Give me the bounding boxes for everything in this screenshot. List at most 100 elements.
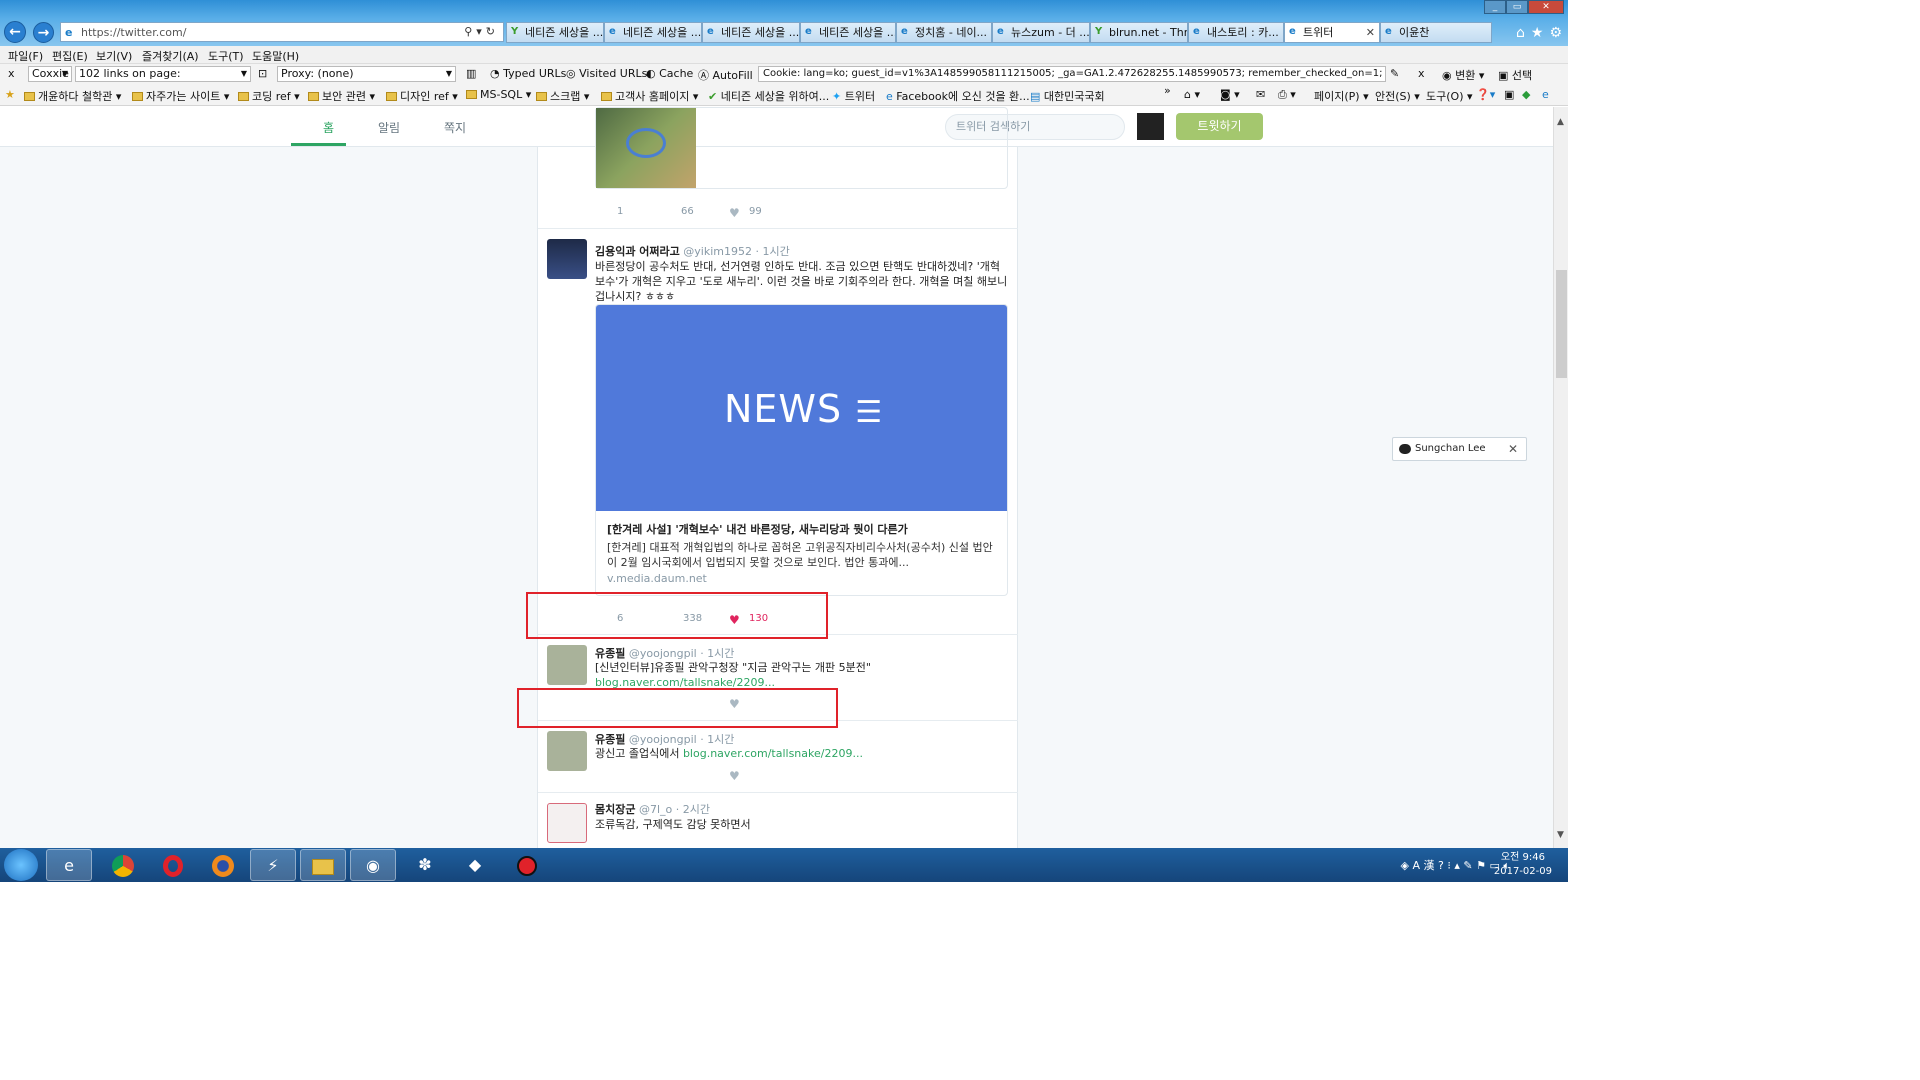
taskbar-opera-icon[interactable] bbox=[150, 849, 196, 881]
avatar[interactable] bbox=[1137, 113, 1164, 140]
settings-gear-icon[interactable]: ⚙ bbox=[1549, 25, 1562, 41]
avatar[interactable] bbox=[547, 239, 587, 279]
taskbar-firefox-icon[interactable] bbox=[200, 849, 246, 881]
favorites-star-icon[interactable]: ★ bbox=[5, 88, 15, 101]
menu-tools[interactable]: 도구(T) bbox=[208, 48, 244, 64]
visited-urls-button[interactable]: ◎ Visited URLs bbox=[566, 67, 647, 80]
menu-file[interactable]: 파일(F) bbox=[8, 48, 43, 64]
cookie-text-field[interactable]: Cookie: lang=ko; guest_id=v1%3A148599058… bbox=[758, 66, 1386, 82]
menu-favorites[interactable]: 즐겨찾기(A) bbox=[142, 48, 199, 64]
browser-tab[interactable]: e 내스토리 : 카... bbox=[1188, 22, 1284, 43]
taskbar-app2-icon[interactable]: ◉ bbox=[350, 849, 396, 881]
tweet-item[interactable]: 김용익과 어쩌라고 @yikim1952 · 1시간 바른정당이 공수처도 반대… bbox=[538, 229, 1018, 635]
tab-close-icon[interactable]: ✕ bbox=[1366, 23, 1375, 42]
tweet-item[interactable]: 1 66 ♥ 99 bbox=[538, 107, 1018, 229]
tweet-item[interactable]: 유종필 @yoojongpil · 1시간 광신고 졸업식에서 blog.nav… bbox=[538, 721, 1018, 793]
fav-link[interactable]: ▤ 대한민국국회 bbox=[1030, 88, 1105, 104]
menu-help[interactable]: 도움말(H) bbox=[252, 48, 299, 64]
dm-close-icon[interactable]: ✕ bbox=[1508, 438, 1518, 460]
shield-icon[interactable]: ◈ bbox=[1401, 859, 1409, 872]
fav-folder[interactable]: 스크랩 ▾ bbox=[536, 88, 589, 104]
page-scrollbar[interactable]: ▲ ▼ bbox=[1553, 107, 1568, 848]
menu-view[interactable]: 보기(V) bbox=[96, 48, 132, 64]
home-icon[interactable]: ⌂ ▾ bbox=[1184, 88, 1200, 101]
edit-icon[interactable]: ✎ bbox=[1390, 67, 1399, 80]
cookie-combo[interactable]: Coxxie ▼ bbox=[28, 66, 72, 82]
ie-icon[interactable]: e bbox=[1542, 88, 1549, 101]
print-icon[interactable]: ⎙ ▾ bbox=[1278, 88, 1296, 102]
typed-urls-button[interactable]: ◔ Typed URLs bbox=[490, 67, 566, 80]
fav-folder[interactable]: 개윤하다 철학관 ▾ bbox=[24, 88, 121, 104]
browser-tab-active[interactable]: e 트위터 ✕ bbox=[1284, 22, 1380, 43]
fav-folder[interactable]: 디자인 ref ▾ bbox=[386, 88, 458, 104]
browser-tab[interactable]: e 이윤찬 bbox=[1380, 22, 1492, 43]
minimize-icon[interactable]: _ bbox=[1484, 0, 1506, 14]
tweet-time[interactable]: · 1시간 bbox=[756, 245, 790, 258]
browser-tab[interactable]: Yblrun.net - Thr... bbox=[1090, 22, 1188, 43]
like-count[interactable]: 99 bbox=[749, 206, 762, 217]
forward-button[interactable]: → bbox=[33, 22, 54, 43]
scrollbar-thumb[interactable] bbox=[1556, 270, 1567, 378]
fav-folder[interactable]: 코딩 ref ▾ bbox=[238, 88, 300, 104]
tweet-time[interactable]: · 2시간 bbox=[676, 803, 710, 816]
toolbar-close-icon-2[interactable]: x bbox=[1418, 67, 1425, 80]
taskbar-folder-icon[interactable] bbox=[300, 849, 346, 881]
user-handle[interactable]: @yoojongpil bbox=[629, 647, 697, 660]
green-diamond-icon[interactable]: ◆ bbox=[1522, 88, 1530, 101]
avatar[interactable] bbox=[547, 645, 587, 685]
user-name[interactable]: 유종필 bbox=[595, 733, 625, 746]
home-icon[interactable]: ⌂ bbox=[1516, 25, 1525, 41]
link-card[interactable]: NEWS ☰ [한겨레 사설] '개혁보수' 내건 바른정당, 새누리당과 뭣이… bbox=[595, 304, 1008, 596]
tweet-link[interactable]: blog.naver.com/tallsnake/2209... bbox=[683, 747, 863, 760]
book-icon[interactable]: ▥ bbox=[466, 67, 476, 80]
proxy-combo[interactable]: Proxy: (none) ▼ bbox=[277, 66, 456, 82]
address-controls[interactable]: ⚲▾↻ bbox=[464, 25, 499, 38]
convert-button[interactable]: ◉ 변환 ▾ bbox=[1442, 67, 1484, 83]
fav-folder[interactable]: MS-SQL ▾ bbox=[466, 88, 531, 101]
tab-notifications[interactable]: 알림 bbox=[378, 119, 400, 136]
browser-tab[interactable]: Y 네티즌 세상을 ... bbox=[506, 22, 604, 43]
fav-folder[interactable]: 고객사 홈페이지 ▾ bbox=[601, 88, 698, 104]
start-button[interactable] bbox=[4, 849, 38, 881]
back-button[interactable]: ← bbox=[4, 21, 26, 43]
taskbar-app3-icon[interactable]: ✽ bbox=[402, 849, 448, 881]
toolbar-close-icon[interactable]: x bbox=[8, 67, 15, 80]
user-handle[interactable]: @yoojongpil bbox=[629, 733, 697, 746]
address-bar[interactable]: e https://twitter.com/ ⚲▾↻ bbox=[60, 22, 504, 42]
user-name[interactable]: 유종필 bbox=[595, 647, 625, 660]
links-combo[interactable]: 102 links on page: ▼ bbox=[75, 66, 251, 82]
reply-count[interactable]: 1 bbox=[617, 206, 623, 217]
page-menu[interactable]: 페이지(P) ▾ bbox=[1314, 88, 1369, 104]
browser-tab[interactable]: e 네티즌 세상을 ... bbox=[800, 22, 896, 43]
favorites-star-icon[interactable]: ★ bbox=[1531, 25, 1544, 41]
tweet-item[interactable]: 몸치장군 @7l_o · 2시간 조류독감, 구제역도 감당 못하면서 bbox=[538, 793, 1018, 848]
avatar[interactable] bbox=[547, 803, 587, 843]
fav-link[interactable]: e Facebook에 오신 것을 환... bbox=[886, 88, 1030, 104]
safety-menu[interactable]: 안전(S) ▾ bbox=[1375, 88, 1420, 104]
taskbar-app-icon[interactable]: ⚡ bbox=[250, 849, 296, 881]
browser-tab[interactable]: e 네티즌 세상을 ... bbox=[702, 22, 800, 43]
fav-folder[interactable]: 자주가는 사이트 ▾ bbox=[132, 88, 229, 104]
tweet-time[interactable]: · 1시간 bbox=[700, 733, 734, 746]
taskbar-app4-icon[interactable]: ◆ bbox=[452, 849, 498, 881]
fav-link[interactable]: ✔ 네티즌 세상을 위하여... bbox=[708, 88, 829, 104]
proxy-icon[interactable]: ⊡ bbox=[258, 67, 267, 80]
fav-folder[interactable]: 보안 관련 ▾ bbox=[308, 88, 375, 104]
browser-tab[interactable]: e 정치홈 - 네이... bbox=[896, 22, 992, 43]
tweet-time[interactable]: · 1시간 bbox=[700, 647, 734, 660]
like-heart-icon[interactable]: ♥ bbox=[729, 206, 740, 220]
overflow-chevron-icon[interactable]: » bbox=[1164, 84, 1171, 97]
fav-link[interactable]: ✦ 트위터 bbox=[832, 88, 875, 104]
mail-icon[interactable]: ✉ bbox=[1256, 88, 1265, 101]
rss-icon[interactable]: ◙ ▾ bbox=[1220, 88, 1240, 101]
tab-home[interactable]: 홈 bbox=[323, 119, 334, 136]
like-heart-icon[interactable]: ♥ bbox=[729, 769, 740, 783]
help-icon[interactable]: ? bbox=[1438, 859, 1444, 872]
help-icon[interactable]: ❓▾ bbox=[1476, 88, 1495, 101]
clock[interactable]: 오전 9:46 2017-02-09 bbox=[1494, 851, 1552, 879]
user-name[interactable]: 몸치장군 bbox=[595, 803, 635, 816]
browser-tab[interactable]: e 뉴스zum - 더 ... bbox=[992, 22, 1090, 43]
cache-button[interactable]: ◐ Cache bbox=[646, 67, 693, 80]
user-handle[interactable]: @7l_o bbox=[639, 803, 672, 816]
media-card[interactable] bbox=[595, 107, 1008, 189]
